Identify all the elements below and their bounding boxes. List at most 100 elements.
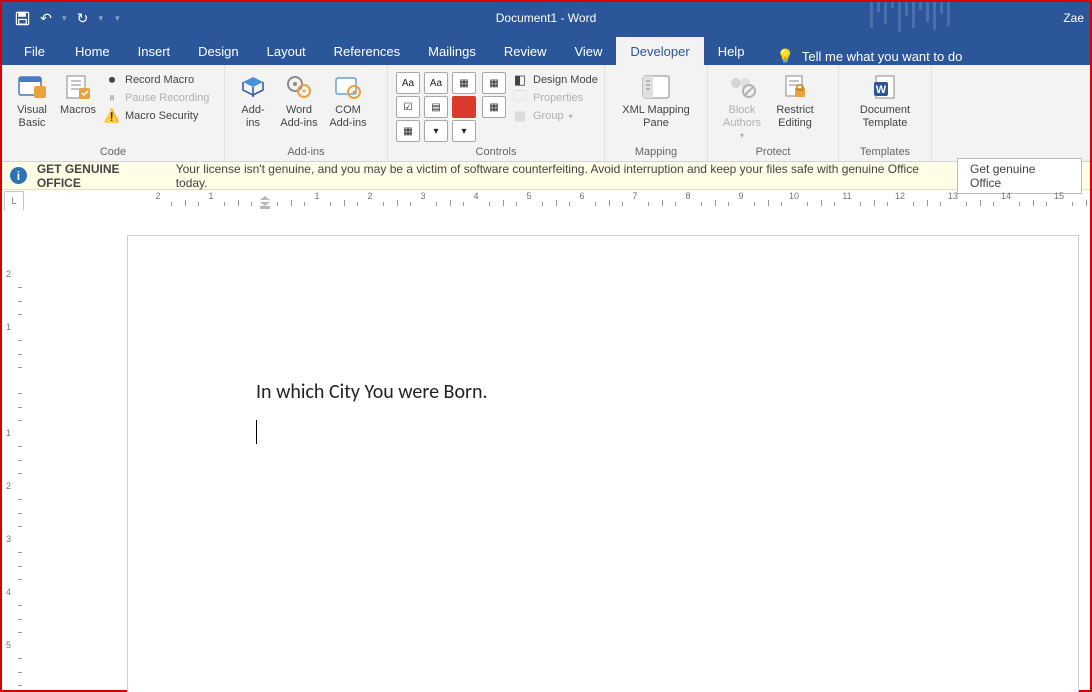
pause-icon: ⏸ [104,90,120,106]
group-button: ▦Group ▾ [512,108,598,124]
checkbox-control-icon[interactable]: ☑ [396,96,420,118]
workspace: 2112345 [2,210,1090,690]
warning-message: Your license isn't genuine, and you may … [176,162,947,190]
tab-layout[interactable]: Layout [253,37,320,65]
xml-mapping-icon [641,72,671,102]
restrict-editing-button[interactable]: Restrict Editing [770,68,820,129]
undo-icon[interactable]: ↶ [36,8,56,28]
quick-access-toolbar: ↶ ▾ ↻ ▾ ▾ [2,8,122,28]
block-authors-icon [727,72,757,102]
dropdown-control-icon[interactable] [452,96,476,118]
tab-home[interactable]: Home [61,37,124,65]
group-label-templates: Templates [845,145,925,161]
legacy-tools-icon[interactable]: ▾ [452,120,476,142]
picture-control-icon[interactable]: ▦ [452,72,476,94]
tab-developer[interactable]: Developer [616,37,703,65]
redo-icon[interactable]: ↻ [73,8,93,28]
xml-mapping-button[interactable]: XML Mapping Pane [616,68,696,129]
visual-basic-icon [18,72,46,102]
building-block-control-icon[interactable]: ▾ [424,120,448,142]
record-macro-button[interactable]: ⏺Record Macro [104,72,209,88]
com-addins-icon [334,72,362,102]
addins-icon [240,72,266,102]
app-name: Word [568,11,596,25]
svg-text:W: W [876,84,887,96]
repeat-control-icon[interactable]: ▦ [482,72,506,94]
group-mapping: XML Mapping Pane Mapping [605,65,708,161]
header-decoration [870,2,1030,34]
word-addins-button[interactable]: Word Add-ins [275,68,323,129]
vertical-ruler[interactable]: 2112345 [2,210,24,690]
tab-help[interactable]: Help [704,37,759,65]
group-controls: Aa Aa ▦ ☑ ▤ ▦ ▾ ▾ ▦ ▦ ◧Design Mode 🗔Prop… [388,65,605,161]
group-label-code: Code [8,145,218,161]
addins-button[interactable]: Add- ins [231,68,275,129]
document-area[interactable] [24,210,1090,690]
rich-text-control-icon[interactable]: Aa [396,72,420,94]
tab-mailings[interactable]: Mailings [414,37,490,65]
ribbon-tabs: File Home Insert Design Layout Reference… [2,34,1090,65]
title-bar: ↶ ▾ ↻ ▾ ▾ Document1 - Word Zae [2,2,1090,34]
group-label-controls: Controls [394,145,598,161]
get-genuine-office-button[interactable]: Get genuine Office [957,158,1082,194]
doc-name: Document1 [496,11,557,25]
design-mode-icon: ◧ [512,72,528,88]
lightbulb-icon: 💡 [776,48,793,65]
ribbon: Visual Basic Macros ⏺Record Macro ⏸Pause… [2,65,1090,162]
genuine-office-warning: i GET GENUINE OFFICE Your license isn't … [2,162,1090,190]
group-label-mapping: Mapping [611,145,701,161]
restrict-editing-icon [783,72,807,102]
tab-review[interactable]: Review [490,37,561,65]
tab-references[interactable]: References [320,37,414,65]
macros-icon [65,72,91,102]
visual-basic-button[interactable]: Visual Basic [8,68,56,129]
indent-marker[interactable] [259,196,271,210]
properties-icon: 🗔 [512,90,528,106]
plain-text-control-icon[interactable]: Aa [424,72,448,94]
horizontal-ruler[interactable]: 21123456789101112131415 [28,190,1090,210]
tell-me-search[interactable]: 💡 Tell me what you want to do [776,48,962,65]
combobox-control-icon[interactable]: ▤ [424,96,448,118]
qat-customize-icon[interactable]: ▾ [115,13,120,24]
save-icon[interactable] [12,8,32,28]
controls-gallery2: ▦ ▦ [482,72,506,118]
word-addins-icon [285,72,313,102]
tab-insert[interactable]: Insert [124,37,185,65]
warning-icon: ⚠️ [104,108,120,124]
warning-title: GET GENUINE OFFICE [37,162,166,190]
group-templates: W Document Template Templates [839,65,932,161]
tell-me-label: Tell me what you want to do [802,49,962,64]
group-addins: Add- ins Word Add-ins COM Add-ins Add-in… [225,65,388,161]
tab-file[interactable]: File [8,37,61,65]
tab-selector[interactable]: L [4,191,24,211]
user-name[interactable]: Zae [1063,11,1090,25]
date-picker-control-icon[interactable]: ▦ [396,120,420,142]
info-icon: i [10,167,27,184]
properties-button: 🗔Properties [512,90,598,106]
document-content[interactable]: In which City You were Born. [256,380,488,448]
ruler-row: L 21123456789101112131415 [2,190,1090,210]
tab-design[interactable]: Design [184,37,252,65]
qat-dropdown-2[interactable]: ▾ [99,13,104,24]
group-control-icon[interactable]: ▦ [482,96,506,118]
page[interactable] [128,236,1078,692]
tab-view[interactable]: View [560,37,616,65]
group-label-protect: Protect [714,145,832,161]
group-code: Visual Basic Macros ⏺Record Macro ⏸Pause… [2,65,225,161]
macro-security-button[interactable]: ⚠️Macro Security [104,108,209,124]
text-cursor [256,420,257,444]
document-template-button[interactable]: W Document Template [850,68,920,129]
word-template-icon: W [872,72,898,102]
group-icon: ▦ [512,108,528,124]
controls-gallery: Aa Aa ▦ ☑ ▤ ▦ ▾ ▾ [396,72,476,142]
block-authors-button: Block Authors▾ [714,68,770,140]
pause-recording-button: ⏸Pause Recording [104,90,209,106]
text-line[interactable]: In which City You were Born. [256,380,488,404]
group-protect: Block Authors▾ Restrict Editing Protect [708,65,839,161]
design-mode-button[interactable]: ◧Design Mode [512,72,598,88]
qat-dropdown-1[interactable]: ▾ [62,13,67,24]
record-icon: ⏺ [104,72,120,88]
com-addins-button[interactable]: COM Add-ins [323,68,373,129]
macros-button[interactable]: Macros [56,68,100,117]
group-label-addins: Add-ins [231,145,381,161]
